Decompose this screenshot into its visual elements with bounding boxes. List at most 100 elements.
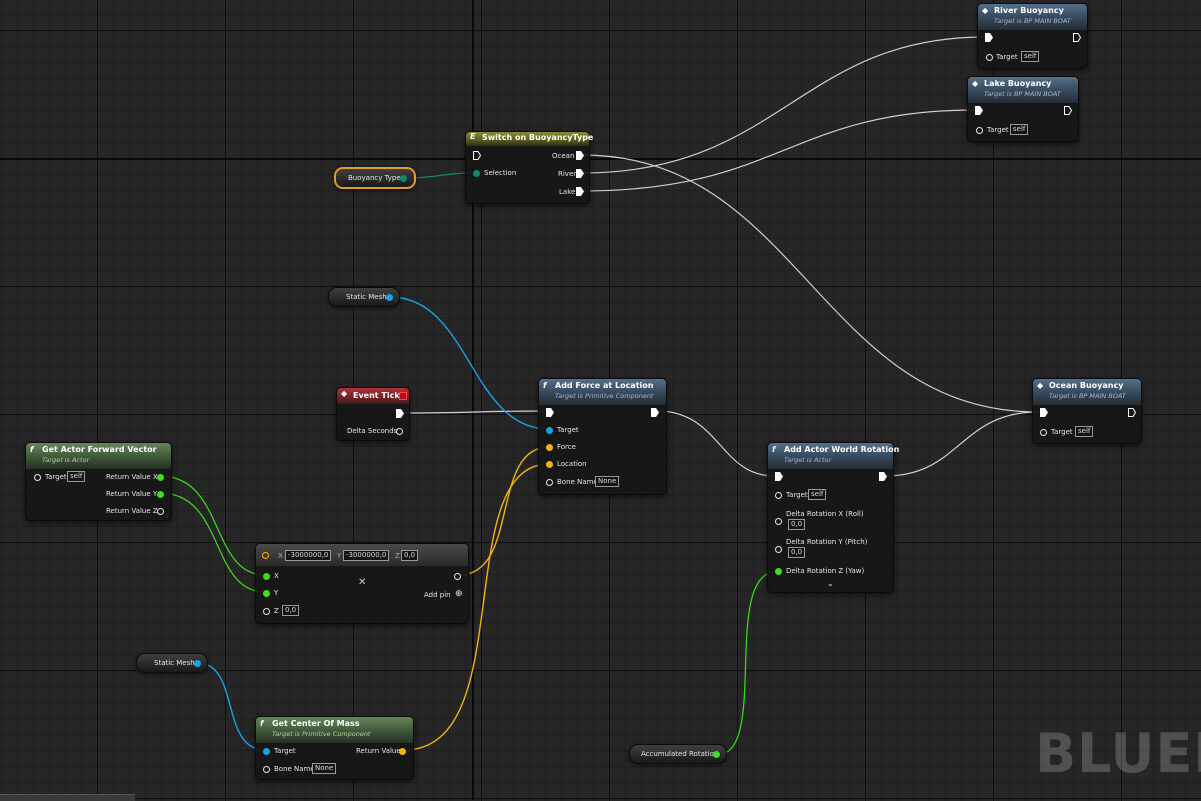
ocean-label: Ocean (552, 152, 575, 160)
node-switch-on-buoyancy-type[interactable]: E Switch on BuoyancyType Selection Ocean… (465, 131, 593, 204)
exec-in-pin[interactable] (975, 106, 983, 115)
output-pin[interactable] (713, 751, 720, 758)
x-field[interactable]: -3000000,0 (285, 550, 332, 561)
node-ocean-buoyancy[interactable]: ◆ Ocean Buoyancy Target is BP MAIN BOAT … (1032, 378, 1142, 444)
node-header: ◆ Event Tick (337, 388, 409, 404)
roll-pin[interactable] (775, 518, 782, 525)
exec-in-pin[interactable] (546, 408, 554, 417)
y-field[interactable]: -3000000,0 (343, 550, 390, 561)
pitch-value[interactable]: 0,0 (788, 547, 806, 558)
target-label: Target (996, 53, 1018, 61)
node-header: f Add Actor World Rotation Target is Act… (768, 443, 899, 469)
pitch-pin[interactable] (775, 546, 782, 553)
target-value[interactable]: self (67, 471, 86, 482)
location-pin[interactable] (546, 461, 553, 468)
exec-out-pin[interactable] (396, 409, 404, 418)
node-event-tick[interactable]: ◆ Event Tick Delta Seconds (336, 387, 410, 441)
bone-name-value[interactable]: None (595, 476, 620, 487)
return-x-pin[interactable] (157, 474, 164, 481)
target-value[interactable]: self (1075, 426, 1094, 437)
y-field-label: Y (337, 552, 342, 560)
target-label: Target (274, 747, 296, 755)
static-mesh-variable[interactable]: Static Mesh (136, 653, 208, 673)
node-subtitle: Target is BP MAIN BOAT (1049, 392, 1126, 400)
node-title: Get Center Of Mass (272, 719, 360, 728)
pitch-label: Delta Rotation Y (Pitch) (786, 538, 868, 546)
delta-seconds-pin[interactable] (396, 428, 403, 435)
z-field[interactable]: 0,0 (401, 550, 419, 561)
node-add-actor-world-rotation[interactable]: f Add Actor World Rotation Target is Act… (767, 442, 899, 593)
river-exec-pin[interactable] (576, 169, 584, 178)
node-title: River Buoyancy (994, 6, 1064, 15)
node-add-force-at-location[interactable]: f Add Force at Location Target is Primit… (538, 378, 667, 495)
node-make-vector[interactable]: X -3000000,0 Y -3000000,0 Z 0,0 X Y Z 0,… (255, 543, 469, 624)
ocean-exec-pin[interactable] (576, 151, 584, 160)
bone-name-pin[interactable] (546, 479, 553, 486)
target-pin[interactable] (986, 54, 993, 61)
exec-out-pin[interactable] (1128, 408, 1136, 417)
output-pin[interactable] (194, 660, 201, 667)
target-value[interactable]: self (808, 489, 827, 500)
z-pin-value[interactable]: 0,0 (282, 605, 300, 616)
buoyancy-type-variable[interactable]: Buoyancy Type (334, 167, 416, 189)
z-field-label: Z (395, 552, 400, 560)
accumulated-rotation-variable[interactable]: Accumulated Rotation (629, 744, 727, 764)
return-y-label: Return Value Y (106, 490, 158, 498)
node-title: Get Actor Forward Vector (42, 445, 157, 454)
node-header: ◆ Ocean Buoyancy Target is BP MAIN BOAT (1033, 379, 1141, 405)
target-label: Target (987, 126, 1009, 134)
chevron-down-icon[interactable]: ⌄ (827, 579, 834, 588)
return-y-pin[interactable] (157, 491, 164, 498)
exec-out-pin[interactable] (651, 408, 659, 417)
variable-label: Static Mesh (346, 293, 387, 301)
wire-exec-river (581, 36, 986, 174)
target-value[interactable]: self (1010, 124, 1029, 135)
exec-in-pin[interactable] (473, 151, 481, 160)
bone-name-pin[interactable] (263, 766, 270, 773)
vector-output-pin[interactable] (454, 573, 461, 580)
target-pin[interactable] (1040, 429, 1047, 436)
variable-label: Buoyancy Type (348, 174, 401, 182)
y-input-pin[interactable] (263, 590, 270, 597)
node-get-actor-forward-vector[interactable]: f Get Actor Forward Vector Target is Act… (25, 442, 172, 521)
node-get-center-of-mass[interactable]: f Get Center Of Mass Target is Primitive… (255, 716, 414, 780)
z-input-pin[interactable] (263, 608, 270, 615)
lake-exec-pin[interactable] (576, 187, 584, 196)
x-input-pin[interactable] (263, 573, 270, 580)
exec-out-pin[interactable] (1073, 33, 1081, 42)
node-header: X -3000000,0 Y -3000000,0 Z 0,0 (256, 544, 468, 566)
node-header: ◆ River Buoyancy Target is BP MAIN BOAT (978, 4, 1087, 30)
selection-pin[interactable] (473, 170, 480, 177)
static-mesh-variable[interactable]: Static Mesh (328, 287, 400, 307)
target-value[interactable]: self (1021, 51, 1040, 62)
exec-in-pin[interactable] (985, 33, 993, 42)
exec-in-pin[interactable] (775, 472, 783, 481)
target-pin[interactable] (546, 427, 553, 434)
close-icon: ✕ (358, 577, 367, 588)
target-pin[interactable] (34, 474, 41, 481)
roll-value[interactable]: 0,0 (788, 519, 806, 530)
output-pin[interactable] (386, 294, 393, 301)
roll-label: Delta Rotation X (Roll) (786, 510, 864, 518)
exec-in-pin[interactable] (1040, 408, 1048, 417)
target-pin[interactable] (976, 127, 983, 134)
force-pin[interactable] (546, 444, 553, 451)
wire-static-mesh-1 (389, 296, 550, 430)
yaw-pin[interactable] (775, 568, 782, 575)
bone-name-value[interactable]: None (312, 763, 337, 774)
output-pin[interactable] (400, 175, 407, 182)
target-pin[interactable] (775, 492, 782, 499)
delegate-icon: ◆ (972, 79, 979, 88)
exec-out-pin[interactable] (1064, 106, 1072, 115)
delegate-icon (399, 392, 407, 400)
add-pin-icon[interactable]: ⊕ (455, 589, 463, 599)
return-value-pin[interactable] (399, 748, 406, 755)
node-river-buoyancy[interactable]: ◆ River Buoyancy Target is BP MAIN BOAT … (977, 3, 1088, 69)
return-z-pin[interactable] (157, 508, 164, 515)
return-value-label: Return Value (356, 747, 401, 755)
target-pin[interactable] (263, 748, 270, 755)
add-pin-label[interactable]: Add pin (424, 591, 451, 599)
exec-out-pin[interactable] (879, 472, 887, 481)
node-lake-buoyancy[interactable]: ◆ Lake Buoyancy Target is BP MAIN BOAT T… (967, 76, 1079, 142)
function-icon: f (260, 719, 264, 728)
